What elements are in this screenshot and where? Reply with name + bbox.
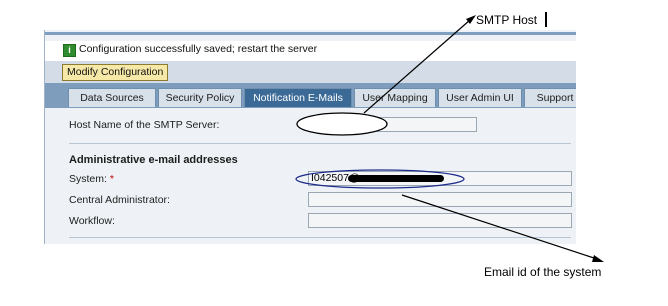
tab-support[interactable]: Support [524, 88, 576, 107]
tab-user-mapping[interactable]: User Mapping [354, 88, 436, 107]
info-icon: i [63, 44, 76, 57]
smtp-host-annotation: SMTP Host [476, 13, 538, 27]
tab-data-sources[interactable]: Data Sources [68, 88, 156, 107]
smtp-host-input[interactable] [348, 117, 477, 132]
tab-notification-emails[interactable]: Notification E-Mails [244, 88, 352, 107]
text-cursor [545, 12, 547, 27]
central-admin-input[interactable] [308, 192, 572, 207]
email-id-annotation: Email id of the system [484, 265, 602, 279]
modify-configuration-button[interactable]: Modify Configuration [62, 64, 169, 81]
smtp-host-label: Host Name of the SMTP Server: [69, 119, 220, 131]
message-text: Configuration successfully saved; restar… [79, 43, 318, 55]
system-label: System: * [69, 173, 114, 185]
tab-security-policy[interactable]: Security Policy [158, 88, 242, 107]
workflow-label: Workflow: [69, 215, 115, 227]
bottom-divider [69, 237, 571, 238]
config-window: i Configuration successfully saved; rest… [44, 30, 576, 244]
smtp-arrowhead [466, 15, 476, 24]
section-divider [69, 143, 571, 144]
redaction-mark [348, 175, 444, 182]
tab-user-admin-ui[interactable]: User Admin UI [438, 88, 522, 107]
admin-email-section-title: Administrative e-mail addresses [69, 154, 238, 166]
email-arrowhead [592, 255, 604, 262]
system-label-text: System: [69, 173, 107, 185]
central-admin-label: Central Administrator: [69, 194, 170, 206]
window-top-border [45, 32, 576, 35]
workflow-input[interactable] [308, 213, 572, 228]
required-asterisk: * [109, 173, 114, 185]
